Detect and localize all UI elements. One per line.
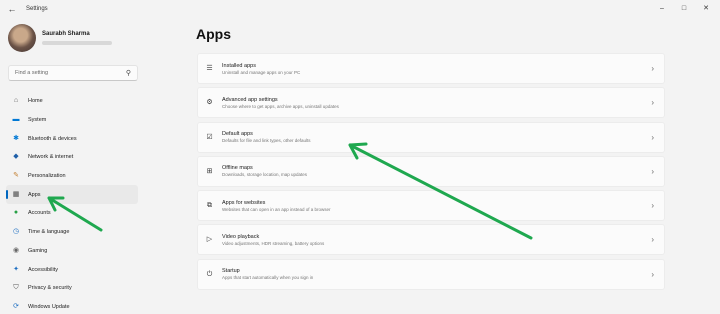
setting-title: Video playback xyxy=(222,233,260,240)
default-apps-icon: ☑ xyxy=(206,133,213,141)
sidebar-item-time-language[interactable]: ◷ Time & language xyxy=(6,223,138,242)
sidebar-nav: ⌂ Home ▬ System ✱ Bluetooth & devices ◆ Network… xyxy=(6,92,138,314)
sidebar-item-label: Time & language xyxy=(28,229,70,236)
title-bar: ← Settings – □ ✕ xyxy=(0,0,720,18)
page-title: Apps xyxy=(196,26,231,42)
sidebar-item-label: Home xyxy=(28,98,43,105)
sidebar-item-windows-update[interactable]: ⟳ Windows Update xyxy=(6,298,138,314)
close-button[interactable]: ✕ xyxy=(700,2,712,14)
sidebar-item-label: Gaming xyxy=(28,247,48,254)
search-icon: ⚲ xyxy=(125,70,131,77)
chevron-right-icon: › xyxy=(651,166,654,176)
map-icon: ⊞ xyxy=(206,167,213,175)
setting-title: Startup xyxy=(222,268,240,275)
apps-icon: ▦ xyxy=(12,190,20,198)
sidebar-item-label: Privacy & security xyxy=(28,285,72,292)
setting-advanced-app-settings[interactable]: ⚙ Advanced app settings Choose where to ge… xyxy=(197,87,665,119)
chevron-right-icon: › xyxy=(651,201,654,211)
window-controls: – □ ✕ xyxy=(656,2,712,14)
globe-clock-icon: ◷ xyxy=(12,228,20,236)
sidebar-item-accessibility[interactable]: ✦ Accessibility xyxy=(6,260,138,279)
controller-icon: ◉ xyxy=(12,246,20,254)
sidebar-item-label: Windows Update xyxy=(28,303,70,310)
update-icon: ⟳ xyxy=(13,302,19,310)
sidebar-item-apps[interactable]: ▦ Apps xyxy=(6,185,138,205)
user-profile[interactable]: Saurabh Sharma xyxy=(8,24,112,52)
setting-installed-apps[interactable]: ☰ Installed apps Uninstall and manage apps… xyxy=(197,53,665,84)
settings-list: ☰ Installed apps Uninstall and manage apps… xyxy=(197,53,665,293)
setting-title: Advanced app settings xyxy=(222,96,278,103)
accessibility-icon: ✦ xyxy=(13,265,19,273)
setting-title: Offline maps xyxy=(222,165,253,172)
sidebar-item-home[interactable]: ⌂ Home xyxy=(6,92,138,111)
sidebar-item-label: Apps xyxy=(28,191,41,198)
brush-icon: ✎ xyxy=(13,172,19,180)
setting-default-apps[interactable]: ☑ Default apps Defaults for file and link … xyxy=(197,121,665,153)
video-icon: ▷ xyxy=(206,236,213,244)
sidebar-item-system[interactable]: ▬ System xyxy=(6,111,138,130)
setting-title: Installed apps xyxy=(222,62,256,69)
startup-icon: ⏻ xyxy=(206,270,213,278)
bluetooth-icon: ✱ xyxy=(13,134,19,142)
person-icon: ● xyxy=(13,209,19,217)
setting-description: Uninstall and manage apps on your PC xyxy=(222,69,301,75)
setting-description: Defaults for file and link types, other … xyxy=(222,138,311,144)
avatar xyxy=(8,24,36,52)
setting-startup[interactable]: ⏻ Startup Apps that start automatically wh… xyxy=(197,258,665,290)
chevron-right-icon: › xyxy=(651,64,654,73)
setting-description: Apps that start automatically when you s… xyxy=(222,275,314,281)
sidebar-item-privacy-security[interactable]: ⛉ Privacy & security xyxy=(6,279,138,298)
back-arrow-icon: ← xyxy=(7,4,17,14)
profile-name: Saurabh Sharma xyxy=(42,31,90,37)
shield-icon: ⛉ xyxy=(13,284,19,292)
link-icon: ⧉ xyxy=(207,202,212,210)
search-box[interactable]: Find a setting ⚲ xyxy=(8,65,138,81)
sidebar-item-network-internet[interactable]: ◆ Network & internet xyxy=(6,148,138,167)
sidebar-item-label: Personalization xyxy=(28,173,66,180)
minimize-button[interactable]: – xyxy=(656,2,668,14)
sidebar-item-personalization[interactable]: ✎ Personalization xyxy=(6,167,138,186)
chevron-right-icon: › xyxy=(651,132,654,142)
back-button[interactable]: ← xyxy=(4,2,20,16)
setting-description: Downloads, storage location, map updates xyxy=(222,172,308,178)
sidebar-item-label: Bluetooth & devices xyxy=(28,135,77,142)
setting-title: Default apps xyxy=(222,131,253,138)
monitor-icon: ▬ xyxy=(12,116,20,124)
search-input[interactable]: Find a setting xyxy=(15,70,126,76)
sidebar-item-label: Accessibility xyxy=(28,266,58,273)
setting-title: Apps for websites xyxy=(222,199,266,206)
list-icon: ☰ xyxy=(206,65,213,72)
setting-description: Websites that can open in an app instead… xyxy=(222,206,331,212)
chevron-right-icon: › xyxy=(651,269,654,279)
setting-video-playback[interactable]: ▷ Video playback Video adjustments, HDR st… xyxy=(197,224,665,256)
home-icon: ⌂ xyxy=(13,97,19,105)
setting-description: Video adjustments, HDR streaming, batter… xyxy=(222,240,325,246)
sidebar-item-label: System xyxy=(28,117,47,124)
setting-apps-for-websites[interactable]: ⧉ Apps for websites Websites that can open… xyxy=(197,190,665,222)
chevron-right-icon: › xyxy=(651,235,654,245)
setting-description: Choose where to get apps, archive apps, … xyxy=(222,103,339,109)
wifi-icon: ◆ xyxy=(13,153,19,161)
sidebar-item-gaming[interactable]: ◉ Gaming xyxy=(6,242,138,261)
sidebar-item-accounts[interactable]: ● Accounts xyxy=(6,204,138,223)
sidebar-item-label: Accounts xyxy=(28,210,51,217)
sidebar-item-bluetooth-devices[interactable]: ✱ Bluetooth & devices xyxy=(6,129,138,148)
app-settings-icon: ⚙ xyxy=(206,99,213,107)
maximize-button[interactable]: □ xyxy=(678,2,690,14)
sidebar-item-label: Network & internet xyxy=(28,154,74,161)
app-title: Settings xyxy=(26,6,48,12)
profile-email-redacted xyxy=(42,41,112,45)
chevron-right-icon: › xyxy=(651,98,654,108)
setting-offline-maps[interactable]: ⊞ Offline maps Downloads, storage location… xyxy=(197,155,665,187)
